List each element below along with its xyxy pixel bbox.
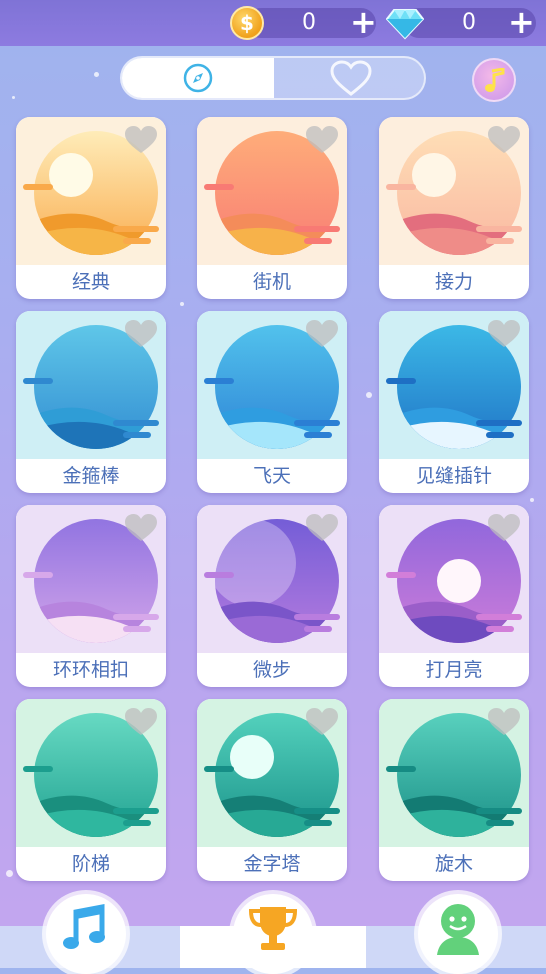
coin-icon: $ bbox=[230, 6, 264, 40]
favorite-heart-icon[interactable] bbox=[124, 707, 158, 741]
song-card[interactable]: 金字塔 bbox=[197, 699, 347, 881]
song-card[interactable]: 经典 bbox=[16, 117, 166, 299]
favorite-heart-icon[interactable] bbox=[305, 125, 339, 159]
sparkle bbox=[12, 96, 15, 99]
trophy-icon bbox=[248, 906, 298, 950]
sparkle bbox=[180, 302, 184, 306]
song-card[interactable]: 金箍棒 bbox=[16, 311, 166, 493]
song-title: 微步 bbox=[252, 659, 291, 681]
song-card[interactable]: 打月亮 bbox=[379, 505, 529, 687]
coin-count: 0 bbox=[302, 10, 316, 35]
song-title: 见缝插针 bbox=[415, 465, 492, 487]
favorite-heart-icon[interactable] bbox=[487, 513, 521, 547]
song-title: 阶梯 bbox=[71, 853, 110, 875]
sparkle bbox=[94, 72, 99, 77]
nav-profile-button[interactable] bbox=[418, 894, 498, 974]
song-card[interactable]: 街机 bbox=[197, 117, 347, 299]
compass-icon bbox=[183, 63, 213, 93]
song-title: 飞天 bbox=[252, 465, 291, 487]
favorite-heart-icon[interactable] bbox=[124, 513, 158, 547]
favorite-heart-icon[interactable] bbox=[305, 319, 339, 353]
sparkle bbox=[6, 870, 13, 877]
music-toggle-button[interactable] bbox=[472, 58, 516, 102]
song-title: 金字塔 bbox=[243, 853, 301, 875]
song-title: 经典 bbox=[71, 271, 110, 293]
currency-bar: $ 0 + 0 + bbox=[0, 0, 546, 46]
mode-tabs bbox=[120, 56, 426, 100]
favorite-heart-icon[interactable] bbox=[305, 513, 339, 547]
diamond-icon bbox=[386, 9, 424, 40]
song-card[interactable]: 阶梯 bbox=[16, 699, 166, 881]
favorite-heart-icon[interactable] bbox=[487, 125, 521, 159]
song-title: 金箍棒 bbox=[62, 465, 120, 487]
song-card[interactable]: 见缝插针 bbox=[379, 311, 529, 493]
nav-leaderboard-button[interactable] bbox=[233, 894, 313, 974]
add-gems-button[interactable]: + bbox=[508, 4, 535, 40]
favorite-heart-icon[interactable] bbox=[124, 125, 158, 159]
music-note-icon bbox=[485, 68, 505, 92]
song-card[interactable]: 环环相扣 bbox=[16, 505, 166, 687]
song-title: 旋木 bbox=[434, 853, 473, 875]
nav-songs-button[interactable] bbox=[46, 894, 126, 974]
song-card[interactable]: 飞天 bbox=[197, 311, 347, 493]
song-title: 打月亮 bbox=[425, 659, 483, 681]
song-card[interactable]: 接力 bbox=[379, 117, 529, 299]
sparkle bbox=[530, 498, 534, 502]
song-card[interactable]: 旋木 bbox=[379, 699, 529, 881]
add-coins-button[interactable]: + bbox=[350, 4, 377, 40]
song-title: 环环相扣 bbox=[52, 659, 129, 681]
sparkle bbox=[366, 392, 372, 398]
gem-count: 0 bbox=[462, 10, 476, 35]
song-card[interactable]: 微步 bbox=[197, 505, 347, 687]
profile-avatar-icon bbox=[437, 903, 479, 955]
music-notes-icon bbox=[63, 903, 105, 949]
favorite-heart-icon[interactable] bbox=[124, 319, 158, 353]
song-title: 街机 bbox=[252, 271, 291, 293]
tab-favorites[interactable] bbox=[274, 58, 424, 98]
tab-explore[interactable] bbox=[122, 58, 274, 98]
song-title: 接力 bbox=[434, 271, 473, 293]
favorite-heart-icon[interactable] bbox=[487, 707, 521, 741]
favorite-heart-icon[interactable] bbox=[487, 319, 521, 353]
favorite-heart-icon[interactable] bbox=[305, 707, 339, 741]
heart-icon bbox=[330, 60, 372, 96]
